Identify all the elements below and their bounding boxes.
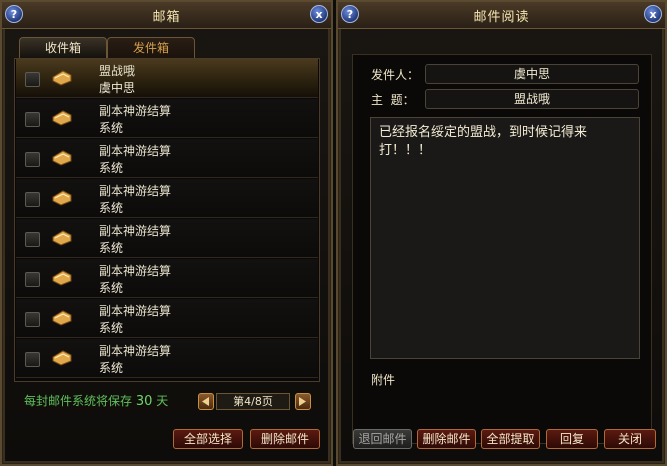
letter-icon (52, 350, 72, 366)
mail-row[interactable]: 副本神游结算 系统 (16, 219, 318, 258)
mail-subject: 副本神游结算 (99, 344, 172, 358)
mail-subject: 盟战哦 (99, 64, 136, 78)
tab-inbox[interactable]: 收件箱 (19, 37, 107, 58)
select-all-button[interactable]: 全部选择 (173, 429, 243, 449)
arrow-left-icon (202, 397, 209, 406)
close-button[interactable]: 关闭 (604, 429, 656, 449)
attachment-label: 附件 (371, 373, 396, 387)
mail-checkbox[interactable] (25, 72, 40, 87)
mail-sender: 系统 (99, 321, 124, 335)
mail-subject: 副本神游结算 (99, 144, 172, 158)
subject-label: 主 题： (371, 93, 415, 107)
reader-titlebar: ? 邮件阅读 x (338, 2, 665, 29)
mail-checkbox[interactable] (25, 312, 40, 327)
mail-subject: 副本神游结算 (99, 304, 172, 318)
delete-mail-button[interactable]: 删除邮件 (250, 429, 320, 449)
mail-subject: 副本神游结算 (99, 264, 172, 278)
letter-icon (52, 70, 72, 86)
mail-subject: 副本神游结算 (99, 184, 172, 198)
retention-suffix: 天 (156, 394, 169, 408)
letter-icon (52, 150, 72, 166)
mail-row[interactable]: 副本神游结算 系统 (16, 339, 318, 378)
mail-sender: 系统 (99, 121, 124, 135)
mail-sender: 系统 (99, 201, 124, 215)
prev-page-button[interactable] (198, 393, 214, 410)
page-indicator: 第4/8页 (216, 393, 290, 410)
inbox-title: 邮箱 (152, 10, 181, 25)
mail-sender: 系统 (99, 241, 124, 255)
mail-body: 已经报名绥定的盟战，到时候记得来打！！！ (370, 117, 640, 359)
mail-list: 盟战哦 虞中思 副本神游结算 系统 副本神游结算 系统 副本神游结算 系统 副本… (14, 58, 320, 382)
mail-sender: 系统 (99, 281, 124, 295)
mail-row[interactable]: 副本神游结算 系统 (16, 299, 318, 338)
tab-outbox[interactable]: 发件箱 (107, 37, 195, 58)
return-mail-button[interactable]: 退回邮件 (353, 429, 412, 449)
subject-field: 盟战哦 (425, 89, 639, 109)
retention-prefix: 每封邮件系统将保存 (24, 394, 133, 408)
mail-subject: 副本神游结算 (99, 224, 172, 238)
mail-checkbox[interactable] (25, 112, 40, 127)
close-icon[interactable]: x (644, 5, 662, 23)
mail-checkbox[interactable] (25, 352, 40, 367)
inbox-titlebar: ? 邮箱 x (2, 2, 331, 29)
mail-sender: 虞中思 (99, 81, 136, 95)
mail-row[interactable]: 副本神游结算 系统 (16, 259, 318, 298)
mail-checkbox[interactable] (25, 152, 40, 167)
inbox-panel: ? 邮箱 x 收件箱 发件箱 盟战哦 虞中思 副本神游结算 系统 副本神游结算 … (0, 0, 333, 466)
next-page-button[interactable] (295, 393, 311, 410)
mail-row[interactable]: 副本神游结算 系统 (16, 179, 318, 218)
mail-sender: 系统 (99, 161, 124, 175)
mail-subject: 副本神游结算 (99, 104, 172, 118)
letter-icon (52, 230, 72, 246)
arrow-right-icon (299, 397, 306, 406)
mail-row[interactable]: 盟战哦 虞中思 (16, 59, 318, 98)
reader-title: 邮件阅读 (473, 10, 530, 25)
mail-row[interactable]: 副本神游结算 系统 (16, 99, 318, 138)
delete-mail-button-reader[interactable]: 删除邮件 (417, 429, 476, 449)
sender-label: 发件人： (371, 68, 420, 82)
mail-row[interactable]: 副本神游结算 系统 (16, 139, 318, 178)
take-all-button[interactable]: 全部提取 (481, 429, 540, 449)
retention-note: 每封邮件系统将保存 30 天 (24, 392, 168, 409)
close-icon[interactable]: x (310, 5, 328, 23)
letter-icon (52, 310, 72, 326)
mail-sender: 系统 (99, 361, 124, 375)
sender-field: 虞中思 (425, 64, 639, 84)
letter-icon (52, 270, 72, 286)
mail-checkbox[interactable] (25, 272, 40, 287)
mail-checkbox[interactable] (25, 232, 40, 247)
mail-checkbox[interactable] (25, 192, 40, 207)
letter-icon (52, 110, 72, 126)
reply-button[interactable]: 回复 (546, 429, 598, 449)
letter-icon (52, 190, 72, 206)
retention-days: 30 (135, 394, 153, 409)
